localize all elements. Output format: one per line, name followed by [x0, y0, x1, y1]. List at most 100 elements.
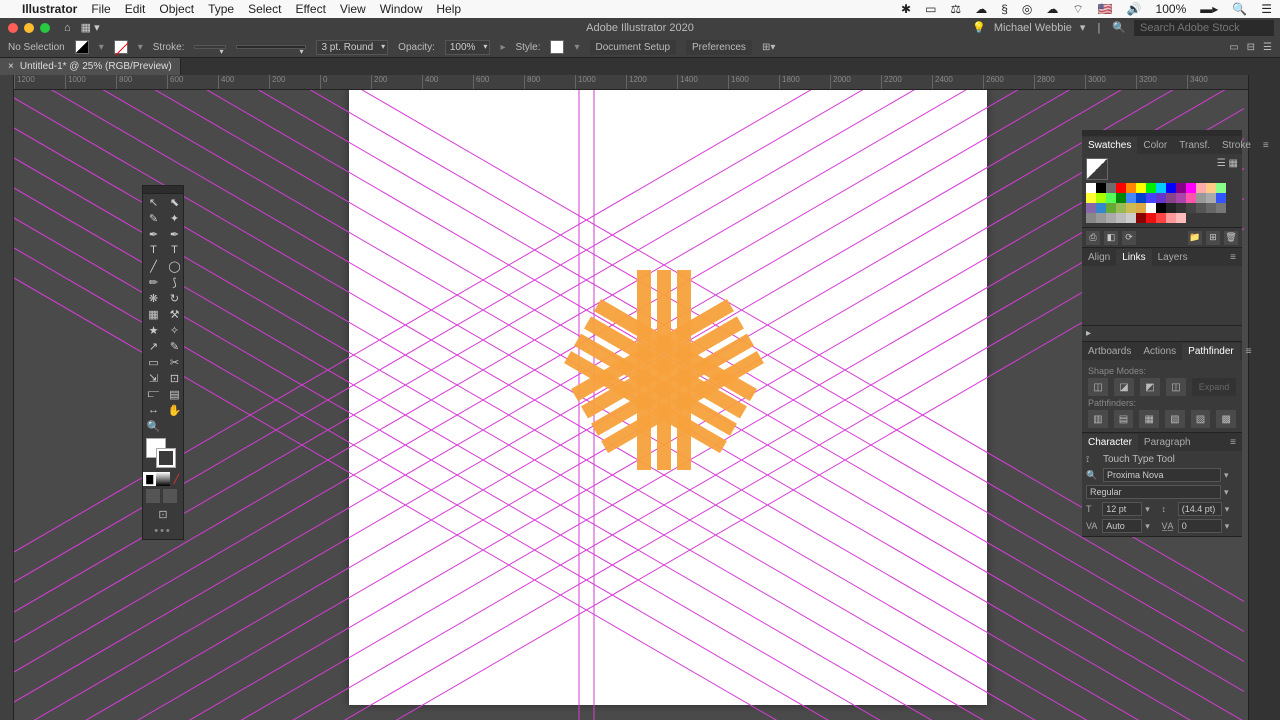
swatch-cell[interactable]: [1086, 183, 1096, 193]
swatch-cell[interactable]: [1086, 193, 1096, 203]
swatch-cell[interactable]: [1166, 193, 1176, 203]
swatch-cell[interactable]: [1126, 183, 1136, 193]
tab-paragraph[interactable]: Paragraph: [1138, 434, 1197, 451]
tracking-input[interactable]: 0: [1178, 519, 1222, 533]
menu-help[interactable]: Help: [436, 2, 461, 16]
pathfinder-trim[interactable]: ▤: [1114, 410, 1134, 428]
swatch-cell[interactable]: [1216, 183, 1226, 193]
swatch-cell[interactable]: [1086, 213, 1096, 223]
tool-button[interactable]: ⚒: [164, 306, 185, 322]
brush-cap[interactable]: 3 pt. Round: [316, 40, 388, 55]
kerning-input[interactable]: Auto: [1102, 519, 1142, 533]
swatch-cell[interactable]: [1106, 183, 1116, 193]
swatch-cell[interactable]: [1206, 193, 1216, 203]
tab-align[interactable]: Align: [1082, 249, 1116, 266]
swatch-cell[interactable]: [1096, 183, 1106, 193]
tool-button[interactable]: ↗: [143, 338, 164, 354]
swatch-cell[interactable]: [1176, 203, 1186, 213]
tab-swatches[interactable]: Swatches: [1082, 137, 1137, 154]
tool-button[interactable]: ★: [143, 322, 164, 338]
tool-button[interactable]: ⟆: [164, 274, 185, 290]
swatch-cell[interactable]: [1146, 183, 1156, 193]
swatch-cell[interactable]: [1116, 213, 1126, 223]
swatch-cell[interactable]: [1206, 203, 1216, 213]
pathfinder-expand-button[interactable]: Expand: [1192, 378, 1236, 396]
new-swatch-icon[interactable]: ⊞: [1206, 231, 1220, 245]
swatch-cell[interactable]: [1136, 203, 1146, 213]
color-mode-solid[interactable]: ▇: [143, 472, 156, 486]
swatch-kind-icon[interactable]: ◧: [1104, 231, 1118, 245]
swatch-cell[interactable]: [1126, 193, 1136, 203]
tool-button[interactable]: ↔: [143, 402, 164, 418]
bulb-icon[interactable]: 💡: [972, 21, 986, 34]
align-to-icon[interactable]: ⊟: [1247, 42, 1255, 53]
edit-toolbar-icon[interactable]: •••: [143, 523, 183, 539]
swatch-cell[interactable]: [1156, 203, 1166, 213]
leading-input[interactable]: (14.4 pt): [1178, 502, 1222, 516]
font-weight-input[interactable]: Regular: [1086, 485, 1221, 499]
links-expand-icon[interactable]: ▸: [1086, 328, 1091, 339]
swatch-cell[interactable]: [1166, 213, 1176, 223]
swatch-cell[interactable]: [1176, 183, 1186, 193]
user-name[interactable]: Michael Webbie: [994, 22, 1072, 34]
swatch-cell[interactable]: [1196, 193, 1206, 203]
swatch-cell[interactable]: [1106, 203, 1116, 213]
pathfinder-outline[interactable]: ▨: [1191, 410, 1211, 428]
tool-button[interactable]: ✎: [143, 210, 164, 226]
tab-character[interactable]: Character: [1082, 434, 1138, 451]
fill-swatch[interactable]: [75, 40, 89, 54]
swatch-cell[interactable]: [1136, 183, 1146, 193]
graphic-style[interactable]: [550, 40, 564, 54]
screen-mode-normal[interactable]: [146, 489, 160, 503]
tab-links[interactable]: Links: [1116, 249, 1151, 266]
tab-artboards[interactable]: Artboards: [1082, 343, 1137, 360]
tool-button[interactable]: ↻: [164, 290, 185, 306]
tool-button[interactable]: ✦: [164, 210, 185, 226]
align-icon[interactable]: ⊞▾: [762, 42, 775, 53]
stroke-weight-input[interactable]: [194, 45, 226, 49]
panel-menu-icon[interactable]: ≡: [1240, 343, 1258, 360]
tool-button[interactable]: ⊡: [164, 370, 185, 386]
battery-icon[interactable]: ▬▸: [1200, 2, 1218, 16]
tab-color[interactable]: Color: [1137, 137, 1173, 154]
swatch-libraries-icon[interactable]: ⎙: [1086, 231, 1100, 245]
tool-button[interactable]: ✒: [143, 226, 164, 242]
panel-drag-handle[interactable]: [143, 186, 183, 194]
preferences-button[interactable]: Preferences: [686, 40, 752, 55]
status-icon[interactable]: ▭: [925, 2, 936, 16]
tool-button[interactable]: ▭: [143, 354, 164, 370]
swatch-cell[interactable]: [1216, 193, 1226, 203]
swatch-cell[interactable]: [1146, 193, 1156, 203]
tool-button[interactable]: ✒: [164, 226, 185, 242]
swatch-cell[interactable]: [1156, 183, 1166, 193]
tool-button[interactable]: 🔍: [143, 418, 164, 434]
tool-button[interactable]: ✎: [164, 338, 185, 354]
tool-button[interactable]: ⫍: [143, 386, 164, 402]
app-menu[interactable]: Illustrator: [22, 2, 77, 16]
swatch-cell[interactable]: [1156, 213, 1166, 223]
tools-panel[interactable]: ↖⬉✎✦✒✒TT╱◯✏⟆❋↻▦⚒★✧↗✎▭✂⇲⊡⫍▤↔✋🔍 ▇ ╱ ⊡ •••: [142, 185, 184, 540]
tool-button[interactable]: ⬉: [164, 194, 185, 210]
tool-button[interactable]: ✂: [164, 354, 185, 370]
panel-menu-icon[interactable]: ≡: [1257, 137, 1275, 154]
tool-button[interactable]: T: [164, 242, 185, 258]
tab-layers[interactable]: Layers: [1152, 249, 1194, 266]
swatch-options-icon[interactable]: ⟳: [1122, 231, 1136, 245]
document-tab[interactable]: × Untitled-1* @ 25% (RGB/Preview): [0, 58, 181, 75]
swatch-grid[interactable]: [1086, 183, 1238, 223]
maximize-button[interactable]: [40, 23, 50, 33]
tab-pathfinder[interactable]: Pathfinder: [1182, 343, 1240, 360]
swatch-cell[interactable]: [1116, 193, 1126, 203]
change-screen-mode[interactable]: ⊡: [143, 506, 183, 523]
font-size-input[interactable]: 12 pt: [1102, 502, 1142, 516]
swatch-cell[interactable]: [1156, 193, 1166, 203]
swatch-list-view[interactable]: ☰: [1217, 158, 1226, 169]
pathfinder-minus-back[interactable]: ▩: [1216, 410, 1236, 428]
swatch-cell[interactable]: [1096, 193, 1106, 203]
tool-button[interactable]: ❋: [143, 290, 164, 306]
tool-button[interactable]: ◯: [164, 258, 185, 274]
touch-type-button[interactable]: Touch Type Tool: [1103, 454, 1175, 465]
swatch-cell[interactable]: [1186, 183, 1196, 193]
swatch-cell[interactable]: [1136, 213, 1146, 223]
home-icon[interactable]: ⌂: [64, 22, 71, 34]
